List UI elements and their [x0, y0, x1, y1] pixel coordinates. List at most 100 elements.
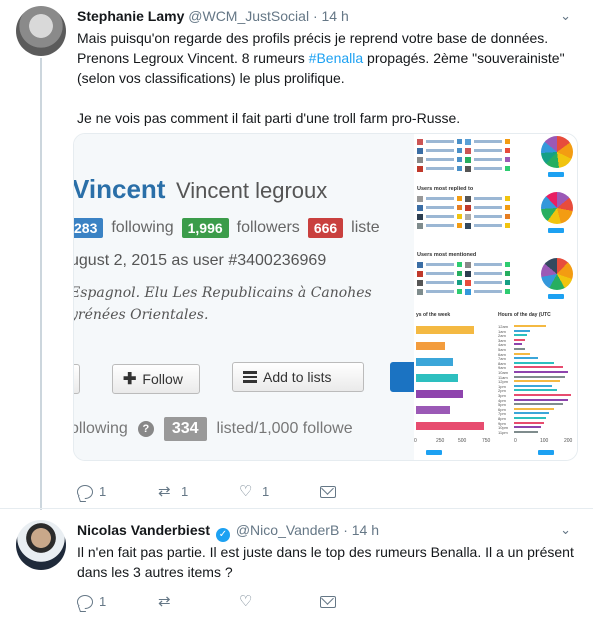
reply-button[interactable]: 1 — [77, 484, 158, 499]
tweet-1[interactable]: Stephanie Lamy @WCM_JustSocial · 14 h ⌄ … — [0, 0, 593, 510]
direct-message-button[interactable] — [320, 484, 401, 499]
plus-icon: ✚ — [123, 371, 137, 388]
section-title: Users most replied to — [417, 186, 474, 192]
text-fragment: Prenons Legroux Vincent. 8 rumeurs — [77, 50, 309, 66]
timestamp[interactable]: 14 h — [352, 522, 379, 538]
retweet-icon: ⇄ — [158, 483, 171, 500]
hour-bar — [514, 398, 568, 401]
tweet-button — [548, 294, 564, 299]
retweet-button[interactable]: ⇄ 1 — [158, 484, 239, 499]
like-button[interactable]: ♡ 1 — [239, 484, 320, 499]
cropped-button — [74, 364, 80, 394]
reply-button[interactable]: 1 — [77, 594, 158, 609]
day-bar — [416, 422, 484, 430]
hour-bar — [514, 417, 546, 419]
hour-bar — [514, 371, 568, 373]
profile-footer: ollowing ? 334 listed/1,000 followe — [74, 417, 353, 441]
text-line: Je ne vois pas comment il fait parti d'u… — [77, 110, 461, 126]
follow-button: ✚ Follow — [112, 364, 200, 394]
hour-bar — [514, 421, 544, 424]
profile-name: Vincent — [74, 174, 166, 204]
display-name[interactable]: Stephanie Lamy — [77, 8, 184, 24]
tweet-actions: 1 ⇄ 1 ♡ 1 — [77, 484, 401, 499]
list-item — [417, 221, 529, 230]
hour-bar — [514, 375, 565, 378]
day-bar — [416, 342, 445, 350]
pie-chart — [541, 136, 573, 168]
tweet-button — [538, 450, 554, 455]
list-item — [417, 194, 529, 203]
list-item — [417, 260, 529, 269]
list-item — [417, 269, 529, 278]
reply-icon — [77, 484, 93, 499]
user-handle[interactable]: @WCM_JustSocial — [188, 8, 309, 24]
list-item — [417, 137, 529, 146]
like-count: 1 — [262, 484, 270, 499]
listed-footer: listed/1,000 followe — [216, 420, 353, 437]
attached-image[interactable]: Vincent Vincent legroux 283 following 1,… — [73, 133, 578, 461]
retweet-icon: ⇄ — [158, 593, 171, 610]
hashtag-link[interactable]: #Benalla — [309, 50, 364, 66]
following-footer: ollowing — [74, 420, 128, 437]
axis-tick-label: 0 — [514, 438, 517, 444]
chevron-down-icon[interactable]: ⌄ — [560, 8, 571, 24]
listed-footer-badge: 334 — [163, 417, 207, 441]
tweet-text: Mais puisqu'on regarde des profils préci… — [77, 28, 577, 128]
verified-icon: ✓ — [215, 528, 230, 542]
help-icon: ? — [137, 421, 154, 437]
axis-tick-label: 200 — [564, 438, 573, 444]
like-button[interactable]: ♡ — [239, 594, 320, 609]
avatar[interactable] — [16, 520, 66, 570]
list-item — [417, 203, 529, 212]
user-handle[interactable]: @Nico_VanderB — [236, 522, 339, 538]
axis-tick-label: 750 — [482, 438, 491, 444]
tweet-2[interactable]: Nicolas Vanderbiest ✓ @Nico_VanderB · 14… — [0, 509, 593, 618]
top-users-list — [417, 137, 529, 173]
day-bar — [416, 358, 453, 366]
hour-bar — [514, 403, 563, 406]
bio-line: Espagnol. Elu Les Republicains à Canohes — [74, 285, 372, 301]
hour-bar — [514, 361, 554, 364]
add-lists-label: Add to lists — [263, 369, 332, 385]
add-to-lists-button: Add to lists — [232, 362, 364, 392]
hour-bar — [514, 380, 560, 383]
follow-label: Follow — [142, 371, 183, 387]
tweet-button — [426, 450, 442, 455]
chevron-down-icon[interactable]: ⌄ — [560, 522, 571, 538]
profile-stats: 283 following 1,996 followers 666 liste — [74, 218, 380, 238]
list-item — [417, 146, 529, 155]
thread-line — [40, 58, 42, 510]
mentioned-users-list — [417, 260, 529, 296]
hour-bar — [514, 334, 527, 337]
hour-bar — [514, 412, 549, 415]
text-fragment: propagés. 2ème "souverainiste" — [363, 50, 565, 66]
tweet-button — [548, 228, 564, 233]
profile-screenshot: Vincent Vincent legroux 283 following 1,… — [74, 134, 414, 460]
listed-label: liste — [351, 219, 380, 236]
day-bar — [416, 326, 474, 334]
hours-chart-title: Hours of the day (UTC — [498, 312, 551, 318]
list-item — [417, 155, 529, 164]
timestamp[interactable]: 14 h — [322, 8, 349, 24]
tweet-header: Stephanie Lamy @WCM_JustSocial · 14 h — [77, 8, 349, 24]
text-line: Mais puisqu'on regarde des profils préci… — [77, 30, 549, 46]
separator-dot: · — [343, 522, 348, 538]
stats-dashboard: Users most replied to Users most mention… — [414, 134, 577, 460]
profile-date: ugust 2, 2015 as user #3400236969 — [74, 252, 327, 269]
envelope-icon — [320, 485, 336, 498]
direct-message-button[interactable] — [320, 594, 401, 609]
tweet-actions: 1 ⇄ ♡ — [77, 594, 401, 609]
hour-bar — [514, 343, 522, 346]
day-bar — [416, 406, 450, 414]
display-name[interactable]: Nicolas Vanderbiest — [77, 522, 210, 538]
retweet-button[interactable]: ⇄ — [158, 594, 239, 609]
heart-icon: ♡ — [239, 593, 253, 610]
hour-bar — [514, 348, 525, 350]
hour-bar — [514, 366, 563, 369]
avatar[interactable] — [16, 6, 66, 56]
text-line: dans les 3 autres items ? — [77, 564, 233, 580]
hour-tick-label: 11pm — [498, 429, 508, 435]
list-item — [417, 212, 529, 221]
list-item — [417, 287, 529, 296]
